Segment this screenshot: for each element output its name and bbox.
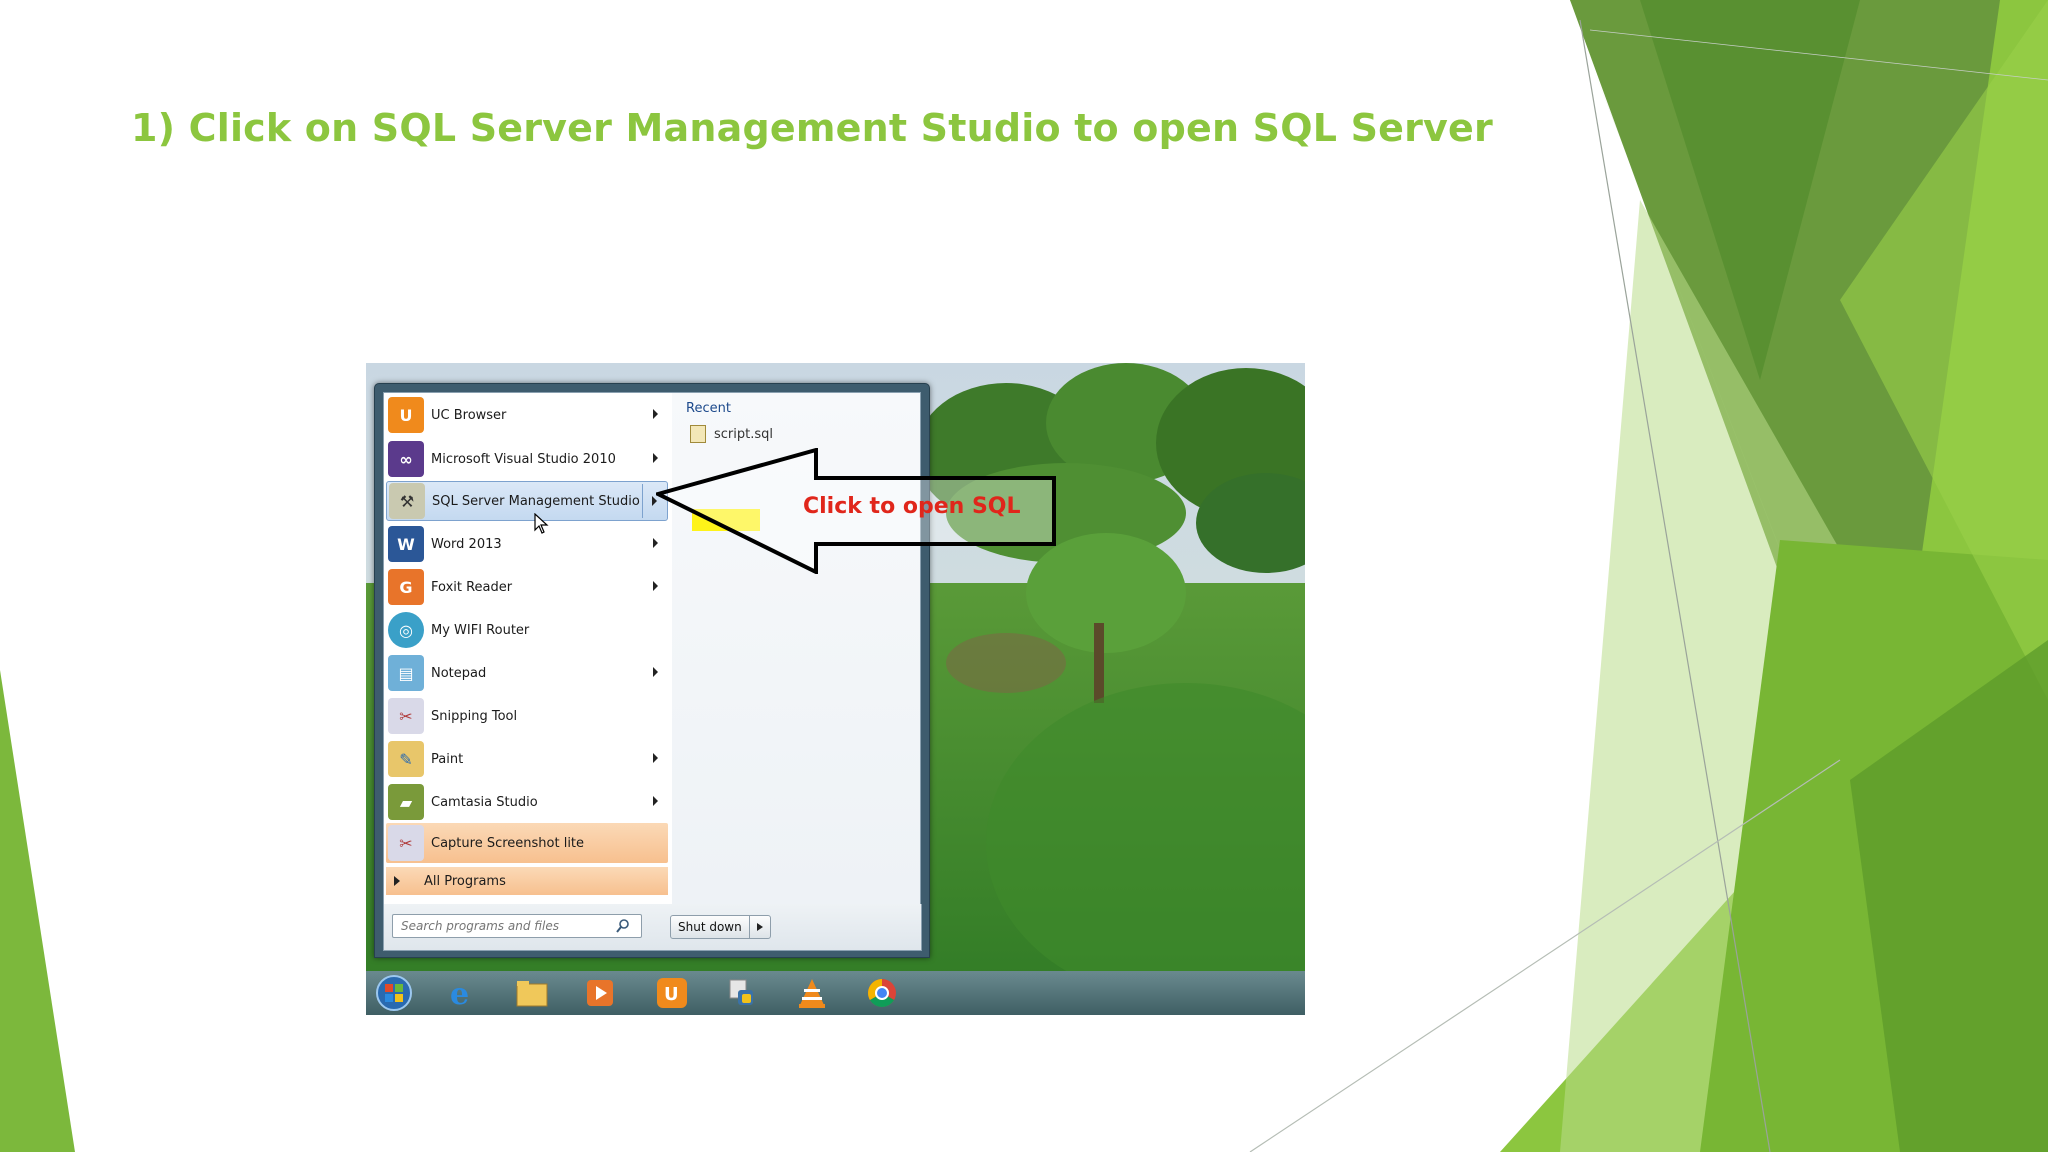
program-wifi-router[interactable]: ◎ My WIFI Router	[386, 610, 668, 650]
file-explorer-icon[interactable]	[512, 973, 552, 1013]
program-snipping-tool[interactable]: ✂ Snipping Tool	[386, 696, 668, 736]
chrome-icon[interactable]	[862, 973, 902, 1013]
media-player-icon[interactable]	[580, 973, 620, 1013]
uc-browser-icon[interactable]: U	[652, 973, 692, 1013]
recent-heading: Recent	[686, 401, 731, 416]
program-label: Paint	[431, 751, 464, 767]
recent-item-label: script.sql	[714, 426, 773, 442]
vlc-icon[interactable]	[792, 973, 832, 1013]
wifi-router-icon: ◎	[388, 612, 424, 648]
program-label: Word 2013	[431, 536, 502, 552]
submenu-arrow-icon[interactable]	[653, 796, 658, 806]
sql-server-icon: ⚒	[389, 483, 425, 519]
search-icon[interactable]	[615, 918, 631, 934]
expand-arrow-icon	[394, 876, 400, 886]
program-visual-studio[interactable]: ∞ Microsoft Visual Studio 2010	[386, 439, 668, 479]
svg-text:e: e	[450, 977, 469, 1010]
program-label: UC Browser	[431, 407, 507, 423]
program-label: Capture Screenshot lite	[431, 835, 585, 851]
search-box[interactable]	[392, 914, 642, 938]
program-label: SQL Server Management Studio	[432, 493, 640, 509]
callout-text: Click to open SQL	[803, 494, 1021, 519]
submenu-divider	[642, 484, 643, 518]
start-menu-screenshot: U UC Browser ∞ Microsoft Visual Studio 2…	[366, 363, 1305, 1015]
visual-studio-icon: ∞	[388, 441, 424, 477]
all-programs-button[interactable]: All Programs	[386, 867, 668, 895]
program-label: Foxit Reader	[431, 579, 513, 595]
notepad-icon: ▤	[388, 655, 424, 691]
program-label: Camtasia Studio	[431, 794, 538, 810]
recent-item[interactable]: script.sql	[690, 425, 773, 443]
sql-file-icon	[690, 425, 706, 443]
word-icon: W	[388, 526, 424, 562]
internet-explorer-icon[interactable]: e	[442, 973, 482, 1013]
program-capture-screenshot-lite[interactable]: ✂ Capture Screenshot lite	[386, 823, 668, 863]
all-programs-label: All Programs	[424, 873, 506, 889]
submenu-arrow-icon[interactable]	[653, 667, 658, 677]
program-camtasia-studio[interactable]: ▰ Camtasia Studio	[386, 782, 668, 822]
mouse-cursor-icon	[534, 513, 549, 534]
taskbar: e U	[366, 971, 1305, 1015]
submenu-arrow-icon[interactable]	[653, 409, 658, 419]
paint-icon: ✎	[388, 741, 424, 777]
program-label: Snipping Tool	[431, 708, 518, 724]
uc-browser-icon: U	[388, 397, 424, 433]
start-menu-footer: Shut down	[383, 904, 922, 951]
snipping-tool-icon: ✂	[388, 698, 424, 734]
program-uc-browser[interactable]: U UC Browser	[386, 395, 668, 435]
program-label: Microsoft Visual Studio 2010	[431, 451, 616, 467]
programs-pane: U UC Browser ∞ Microsoft Visual Studio 2…	[383, 392, 673, 906]
slide-title: 1) Click on SQL Server Management Studio…	[131, 106, 1493, 150]
program-word[interactable]: W Word 2013	[386, 524, 668, 564]
program-label: Notepad	[431, 665, 487, 681]
search-input[interactable]	[399, 918, 615, 934]
svg-text:U: U	[664, 984, 679, 1005]
shutdown-label: Shut down	[678, 920, 742, 934]
program-notepad[interactable]: ▤ Notepad	[386, 653, 668, 693]
capture-screenshot-icon: ✂	[388, 825, 424, 861]
foxit-reader-icon: G	[388, 569, 424, 605]
submenu-arrow-icon[interactable]	[653, 581, 658, 591]
program-sql-server-management-studio[interactable]: ⚒ SQL Server Management Studio	[386, 481, 668, 521]
submenu-arrow-icon[interactable]	[653, 753, 658, 763]
program-label: My WIFI Router	[431, 622, 530, 638]
shutdown-options-icon[interactable]	[748, 916, 770, 938]
shutdown-button[interactable]: Shut down	[670, 915, 771, 939]
program-foxit-reader[interactable]: G Foxit Reader	[386, 567, 668, 607]
camtasia-icon: ▰	[388, 784, 424, 820]
start-orb-icon[interactable]	[374, 973, 414, 1013]
program-paint[interactable]: ✎ Paint	[386, 739, 668, 779]
python-icon[interactable]	[722, 973, 762, 1013]
